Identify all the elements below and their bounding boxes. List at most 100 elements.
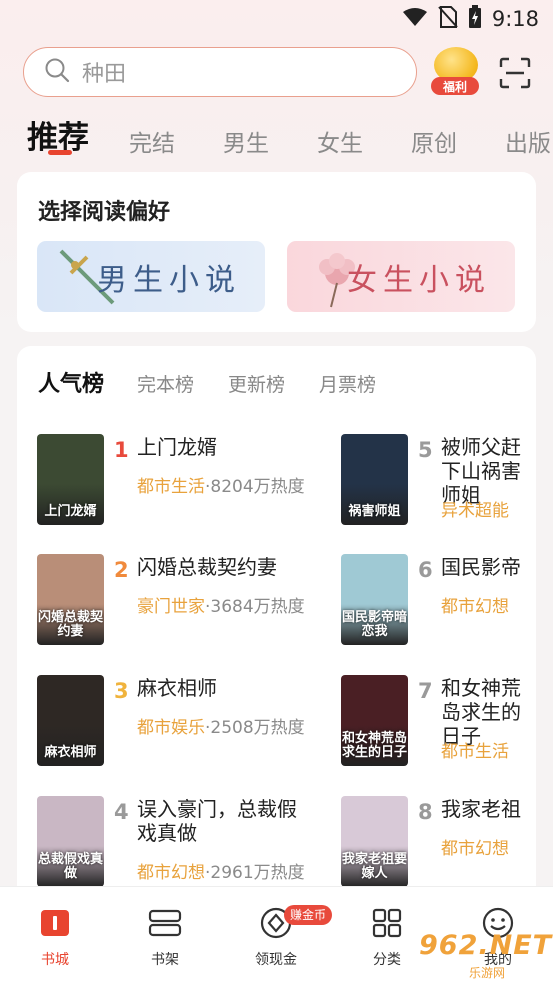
book-genre: 都市幻想 <box>137 863 205 883</box>
cover-title: 总裁假戏真做 <box>37 852 103 881</box>
watermark-sub: 乐游网 <box>469 966 506 980</box>
book-cover: 总裁假戏真做 <box>37 796 104 887</box>
nav-bookstore[interactable]: 书城 <box>20 907 90 969</box>
rank-number: 6 <box>418 558 433 582</box>
book-title: 国民影帝暗恋我 <box>441 555 521 579</box>
book-meta: 异术超能 <box>441 496 509 521</box>
female-novel-button[interactable]: 女生小说 <box>287 241 515 312</box>
scan-icon[interactable] <box>499 57 531 89</box>
tab-female[interactable]: 女生 <box>317 124 363 158</box>
book-item[interactable]: 上门龙婿 1 上门龙婿 都市生活·8204万热度 <box>37 434 307 529</box>
rank-number: 3 <box>114 679 129 703</box>
male-novel-button[interactable]: 男生小说 <box>37 241 265 312</box>
book-meta: 都市生活 <box>441 737 509 762</box>
book-cover: 我家老祖要嫁人 <box>341 796 408 887</box>
cover-title: 和女神荒岛求生的日子 <box>341 731 407 760</box>
book-item[interactable]: 总裁假戏真做 4 误入豪门，总裁假戏真做 都市幻想·2961万热度 <box>37 796 307 891</box>
bookshelf-icon <box>148 907 182 939</box>
no-sim-icon <box>438 5 458 33</box>
book-meta: 都市幻想·2961万热度 <box>137 858 305 883</box>
rank-tab-monthly[interactable]: 月票榜 <box>319 370 376 397</box>
book-title: 误入豪门，总裁假戏真做 <box>137 797 297 845</box>
tab-original[interactable]: 原创 <box>411 124 457 158</box>
book-heat: 8204万热度 <box>210 477 305 497</box>
rank-number: 8 <box>418 800 433 824</box>
cover-title: 国民影帝暗恋我 <box>341 610 407 639</box>
book-meta: 豪门世家·3684万热度 <box>137 592 305 617</box>
tab-male[interactable]: 男生 <box>223 124 269 158</box>
earn-coins-badge: 赚金币 <box>284 905 333 925</box>
book-genre: 豪门世家 <box>137 597 205 617</box>
book-cover: 上门龙婿 <box>37 434 104 525</box>
nav-label: 领现金 <box>255 952 297 968</box>
book-heat: 2508万热度 <box>210 718 305 738</box>
cover-title: 闪婚总裁契约妻 <box>37 610 103 639</box>
active-tab-indicator <box>48 150 72 155</box>
rank-tab-completed[interactable]: 完本榜 <box>137 370 194 397</box>
book-item[interactable]: 国民影帝暗恋我 6 国民影帝暗恋我 都市幻想 <box>341 554 521 649</box>
book-genre: 都市幻想 <box>441 597 509 617</box>
book-genre: 都市幻想 <box>441 839 509 859</box>
rank-tab-popular[interactable]: 人气榜 <box>38 366 104 398</box>
book-title: 闪婚总裁契约妻 <box>137 555 277 579</box>
wifi-icon <box>402 7 428 32</box>
book-item[interactable]: 和女神荒岛求生的日子 7 和女神荒岛求生的日子 都市生活 <box>341 675 521 770</box>
ranking-card: 人气榜 完本榜 更新榜 月票榜 上门龙婿 1 上门龙婿 都市生活·8204万热度… <box>17 346 536 906</box>
bookstore-icon <box>38 907 72 939</box>
book-meta: 都市娱乐·2508万热度 <box>137 713 305 738</box>
rank-number: 1 <box>114 438 129 462</box>
book-cover: 闪婚总裁契约妻 <box>37 554 104 645</box>
cover-title: 祸害师姐 <box>348 504 401 519</box>
book-title: 我家老祖要嫁人 <box>441 797 521 821</box>
book-item[interactable]: 麻衣相师 3 麻衣相师 都市娱乐·2508万热度 <box>37 675 307 770</box>
reading-preference-card: 选择阅读偏好 男生小说 女生小说 <box>17 172 536 332</box>
book-cover: 祸害师姐 <box>341 434 408 525</box>
welfare-label: 福利 <box>431 77 479 95</box>
rank-tab-updated[interactable]: 更新榜 <box>228 370 285 397</box>
nav-label: 书架 <box>151 952 179 968</box>
female-novel-label: 女生小说 <box>347 262 491 298</box>
nav-bookshelf[interactable]: 书架 <box>130 907 200 969</box>
battery-charging-icon <box>468 4 482 34</box>
status-bar: 9:18 <box>0 0 553 38</box>
tab-publish[interactable]: 出版 <box>505 124 551 158</box>
book-cover: 国民影帝暗恋我 <box>341 554 408 645</box>
book-item[interactable]: 我家老祖要嫁人 8 我家老祖要嫁人 都市幻想 <box>341 796 521 891</box>
book-genre: 都市生活 <box>137 477 205 497</box>
book-cover: 麻衣相师 <box>37 675 104 766</box>
category-tabs: 推荐 完结 男生 女生 原创 出版 <box>0 112 553 162</box>
watermark-logo: 962.NET 乐游网 <box>415 930 553 980</box>
rank-number: 5 <box>418 438 433 462</box>
nav-label: 书城 <box>41 952 69 968</box>
nav-category[interactable]: 分类 <box>352 907 422 969</box>
search-row: 种田 福利 <box>23 47 533 97</box>
book-title: 麻衣相师 <box>137 676 217 700</box>
nav-label: 分类 <box>373 952 401 968</box>
search-placeholder: 种田 <box>82 62 127 87</box>
grid-icon <box>370 907 404 939</box>
book-heat: 3684万热度 <box>210 597 305 617</box>
cover-title: 麻衣相师 <box>44 745 97 760</box>
cover-title: 我家老祖要嫁人 <box>341 852 407 881</box>
search-input[interactable]: 种田 <box>23 47 417 97</box>
book-genre: 都市娱乐 <box>137 718 205 738</box>
book-genre: 都市生活 <box>441 742 509 762</box>
status-time: 9:18 <box>491 7 539 31</box>
welfare-button[interactable]: 福利 <box>431 47 481 97</box>
book-item[interactable]: 闪婚总裁契约妻 2 闪婚总裁契约妻 豪门世家·3684万热度 <box>37 554 307 649</box>
male-novel-label: 男生小说 <box>97 262 241 298</box>
rank-number: 4 <box>114 800 129 824</box>
book-genre: 异术超能 <box>441 501 509 521</box>
watermark-main: 962.NET <box>419 930 553 961</box>
book-meta: 都市幻想 <box>441 592 509 617</box>
rank-number: 2 <box>114 558 129 582</box>
book-meta: 都市幻想 <box>441 834 509 859</box>
book-item[interactable]: 祸害师姐 5 被师父赶下山祸害师姐 异术超能 <box>341 434 521 529</box>
preference-title: 选择阅读偏好 <box>38 200 171 225</box>
book-title: 上门龙婿 <box>137 435 217 459</box>
search-icon <box>44 57 70 87</box>
tab-completed[interactable]: 完结 <box>129 124 175 158</box>
rank-number: 7 <box>418 679 433 703</box>
book-heat: 2961万热度 <box>210 863 305 883</box>
book-cover: 和女神荒岛求生的日子 <box>341 675 408 766</box>
